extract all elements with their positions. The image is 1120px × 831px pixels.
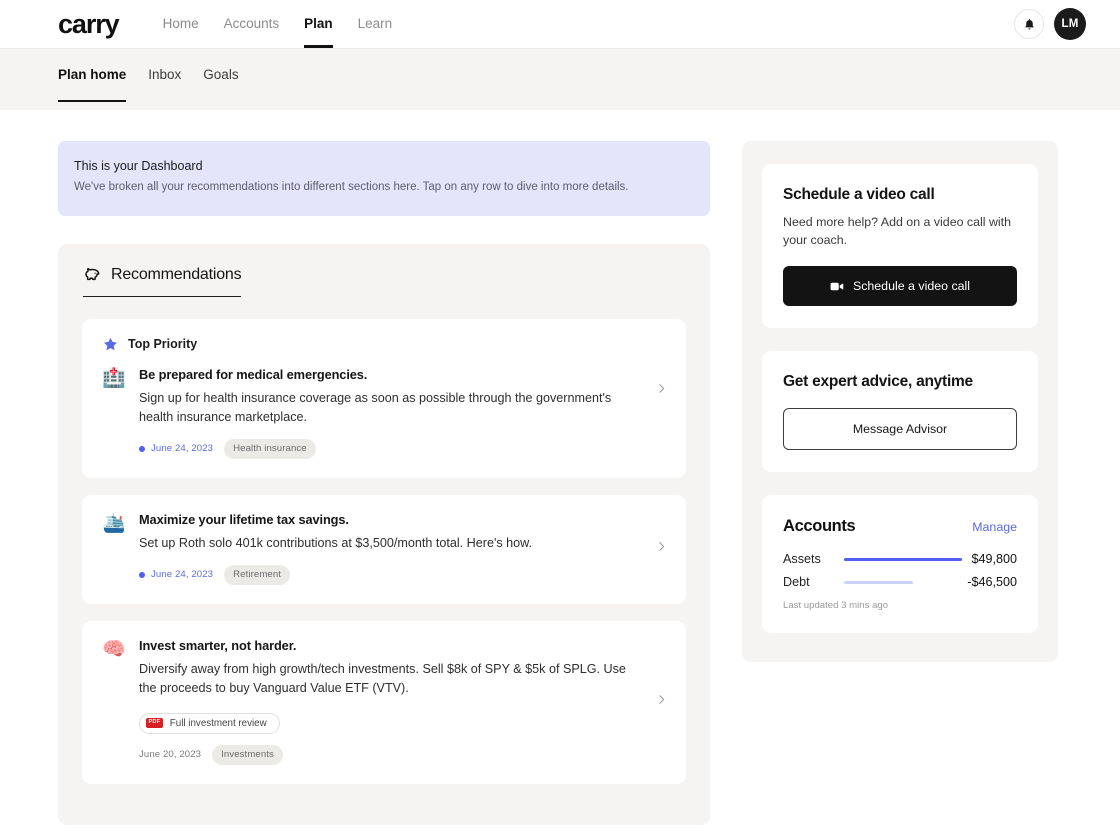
subnav-item-plan-home[interactable]: Plan home xyxy=(58,67,127,102)
advisor-card: Get expert advice, anytime Message Advis… xyxy=(762,351,1038,473)
main-nav: Home Accounts Plan Learn xyxy=(163,0,393,48)
recommendation-meta: June 24, 2023 Health insurance xyxy=(139,438,640,459)
nav-item-plan[interactable]: Plan xyxy=(304,0,333,48)
recommendation-description: Set up Roth solo 401k contributions at $… xyxy=(139,535,533,550)
chevron-right-icon[interactable] xyxy=(655,540,668,558)
account-label: Assets xyxy=(783,552,821,567)
video-call-description: Need more help? Add on a video call with… xyxy=(783,215,1011,248)
main-column: This is your Dashboard We've broken all … xyxy=(58,141,710,831)
recommendation-card[interactable]: 🧠 Invest smarter, not harder. Diversify … xyxy=(82,620,686,784)
bell-icon xyxy=(1024,18,1034,29)
recommendation-date: June 20, 2023 xyxy=(139,749,201,760)
accounts-title: Accounts xyxy=(783,517,856,536)
subnav-item-goals[interactable]: Goals xyxy=(203,67,238,102)
account-label: Debt xyxy=(783,575,810,590)
attachment-chip[interactable]: PDF Full investment review xyxy=(139,712,280,734)
tab-recommendations-label: Recommendations xyxy=(111,265,242,283)
video-camera-icon xyxy=(830,282,844,291)
recommendation-description: Diversify away from high growth/tech inv… xyxy=(139,661,626,696)
recommendation-body: 🧠 Invest smarter, not harder. Diversify … xyxy=(102,638,666,765)
carry-logo[interactable]: carry xyxy=(58,10,120,38)
recommendation-body: 🛳️ Maximize your lifetime tax savings. S… xyxy=(102,512,666,585)
message-advisor-button[interactable]: Message Advisor xyxy=(783,408,1017,451)
advisor-title: Get expert advice, anytime xyxy=(783,373,973,391)
accounts-card: Accounts Manage Assets $49,800 Debt -$46… xyxy=(762,495,1038,634)
video-call-card: Schedule a video call Need more help? Ad… xyxy=(762,164,1038,329)
accounts-header: Accounts Manage xyxy=(783,517,1017,536)
recommendation-date-label: June 24, 2023 xyxy=(151,443,214,455)
recommendation-date: June 24, 2023 xyxy=(139,569,213,580)
account-value: $49,800 xyxy=(971,552,1017,567)
account-row-assets: Assets $49,800 xyxy=(783,552,1017,566)
nav-item-accounts[interactable]: Accounts xyxy=(224,0,280,48)
tab-recommendations[interactable]: Recommendations xyxy=(83,265,242,297)
pdf-icon: PDF xyxy=(146,717,163,729)
panel-tab-bar: Recommendations xyxy=(82,266,686,297)
sidebar-column: Schedule a video call Need more help? Ad… xyxy=(742,141,1058,831)
page-body: This is your Dashboard We've broken all … xyxy=(0,110,1120,831)
message-advisor-label: Message Advisor xyxy=(852,422,948,437)
recommendation-meta: June 20, 2023 Investments xyxy=(139,744,640,765)
chevron-right-icon[interactable] xyxy=(655,693,668,711)
recommendations-panel: Recommendations Top Priority 🏥 Be prepar… xyxy=(58,243,710,825)
video-call-title: Schedule a video call xyxy=(783,186,935,203)
account-bar-fill xyxy=(844,557,963,562)
manage-accounts-link[interactable]: Manage xyxy=(972,520,1017,534)
account-row-debt: Debt -$46,500 xyxy=(783,575,1017,589)
recommendation-title: Maximize your lifetime tax savings. xyxy=(139,511,349,527)
status-dot-icon xyxy=(139,445,145,452)
priority-badge: Top Priority xyxy=(102,336,666,353)
recommendation-content: Invest smarter, not harder. Diversify aw… xyxy=(139,638,666,765)
recommendation-content: Be prepared for medical emergencies. Sig… xyxy=(139,367,666,459)
recommendation-date: June 24, 2023 xyxy=(139,443,213,454)
schedule-video-call-button[interactable]: Schedule a video call xyxy=(783,266,1017,307)
schedule-video-call-label: Schedule a video call xyxy=(852,279,971,294)
recommendation-card[interactable]: Top Priority 🏥 Be prepared for medical e… xyxy=(82,318,686,478)
priority-label: Top Priority xyxy=(128,337,198,352)
account-bar-track xyxy=(835,580,967,585)
status-dot-icon xyxy=(139,571,145,578)
account-bar-track xyxy=(835,557,971,562)
chevron-right-icon[interactable] xyxy=(655,382,668,400)
category-tag: Investments xyxy=(212,744,283,765)
header-actions: LM xyxy=(1014,8,1086,40)
top-header: carry Home Accounts Plan Learn LM xyxy=(0,0,1120,48)
avatar[interactable]: LM xyxy=(1054,8,1086,40)
recommendation-date-label: June 20, 2023 xyxy=(139,749,202,761)
recommendation-date-label: June 24, 2023 xyxy=(151,569,214,581)
banner-title: This is your Dashboard xyxy=(74,159,203,173)
recommendation-card[interactable]: 🛳️ Maximize your lifetime tax savings. S… xyxy=(82,494,686,604)
recommendation-content: Maximize your lifetime tax savings. Set … xyxy=(139,512,666,585)
recommendation-title: Invest smarter, not harder. xyxy=(139,637,297,653)
account-value: -$46,500 xyxy=(967,575,1017,590)
nav-item-learn[interactable]: Learn xyxy=(358,0,393,48)
account-bar-fill xyxy=(844,580,913,585)
recommendation-meta: June 24, 2023 Retirement xyxy=(139,564,640,585)
hospital-icon: 🏥 xyxy=(102,367,126,389)
notifications-button[interactable] xyxy=(1014,9,1044,39)
subnav-item-inbox[interactable]: Inbox xyxy=(148,67,181,102)
star-icon xyxy=(103,337,118,350)
category-tag: Retirement xyxy=(224,564,291,585)
recommendation-title: Be prepared for medical emergencies. xyxy=(139,366,368,382)
sidebar-wrapper: Schedule a video call Need more help? Ad… xyxy=(742,141,1058,663)
brain-icon: 🧠 xyxy=(102,638,126,660)
banner-subtitle: We've broken all your recommendations in… xyxy=(74,181,629,193)
cruise-ship-icon: 🛳️ xyxy=(102,512,126,534)
sub-nav: Plan home Inbox Goals xyxy=(0,48,1120,110)
recommendation-body: 🏥 Be prepared for medical emergencies. S… xyxy=(102,367,666,459)
accounts-updated-text: Last updated 3 mins ago xyxy=(783,600,889,612)
nav-item-home[interactable]: Home xyxy=(163,0,199,48)
category-tag: Health insurance xyxy=(224,438,316,459)
attachment-label: Full investment review xyxy=(169,717,267,729)
piggy-bank-icon xyxy=(85,268,100,281)
dashboard-banner: This is your Dashboard We've broken all … xyxy=(58,141,710,216)
recommendation-description: Sign up for health insurance coverage as… xyxy=(139,390,612,424)
